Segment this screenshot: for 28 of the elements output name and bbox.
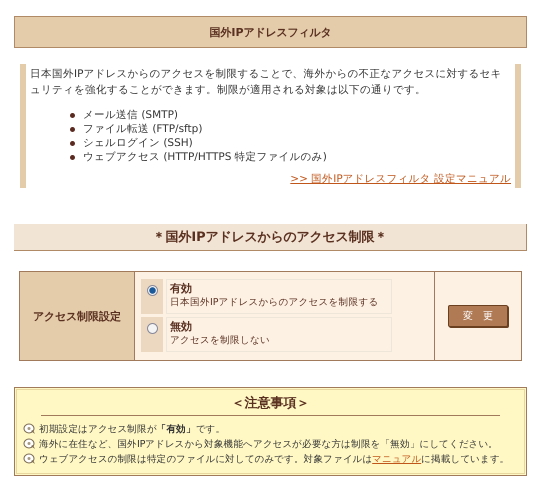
- bullet-icon: [70, 126, 75, 132]
- manual-link[interactable]: マニュアル: [372, 454, 422, 465]
- list-item: シェルログイン (SSH): [83, 136, 193, 150]
- section-title: ＊国外IPアドレスからのアクセス制限＊: [152, 229, 388, 246]
- bullet-icon: [70, 140, 75, 146]
- radio-button[interactable]: [146, 323, 158, 334]
- bullet-icon: [70, 154, 75, 160]
- page-title: 国外IPアドレスフィルタ: [209, 24, 332, 40]
- speech-bubble-icon: [23, 423, 37, 435]
- list-item: ウェブアクセス (HTTP/HTTPS 特定ファイルのみ): [83, 150, 327, 164]
- option-title: 無効: [170, 319, 193, 334]
- speech-bubble-icon: [23, 438, 37, 450]
- option-title: 有効: [170, 281, 193, 296]
- note-text: 海外に在住など、国外IPアドレスから対象機能へアクセスが必要な方は制限を「無効」にしてください。: [39, 438, 498, 452]
- note-text: ウェブアクセスの制限は特定のファイルに対してのみです。対象ファイルはマニュアルに掲載しています。: [39, 453, 510, 467]
- speech-bubble-icon: [23, 453, 37, 465]
- option-description: アクセスを制限しない: [170, 334, 271, 347]
- setting-label: アクセス制限設定: [33, 308, 121, 324]
- radio-button[interactable]: [146, 285, 158, 296]
- list-item: ファイル転送 (FTP/sftp): [83, 122, 202, 136]
- manual-link[interactable]: >> 国外IPアドレスフィルタ 設定マニュアル: [290, 172, 511, 186]
- bullet-icon: [70, 112, 75, 118]
- change-button[interactable]: 変 更: [448, 305, 508, 327]
- list-item: メール送信 (SMTP): [83, 108, 178, 122]
- notes-title: ＜注意事項＞: [41, 394, 500, 416]
- intro-text: 日本国外IPアドレスからのアクセスを制限することで、海外からの不正なアクセスに対するセキュリティを強化することができます。制限が適用される対象は以下の通りです。: [30, 67, 502, 98]
- option-description: 日本国外IPアドレスからのアクセスを制限する: [170, 296, 380, 309]
- note-text: 初期設定はアクセス制限が「有効」です。: [39, 423, 226, 437]
